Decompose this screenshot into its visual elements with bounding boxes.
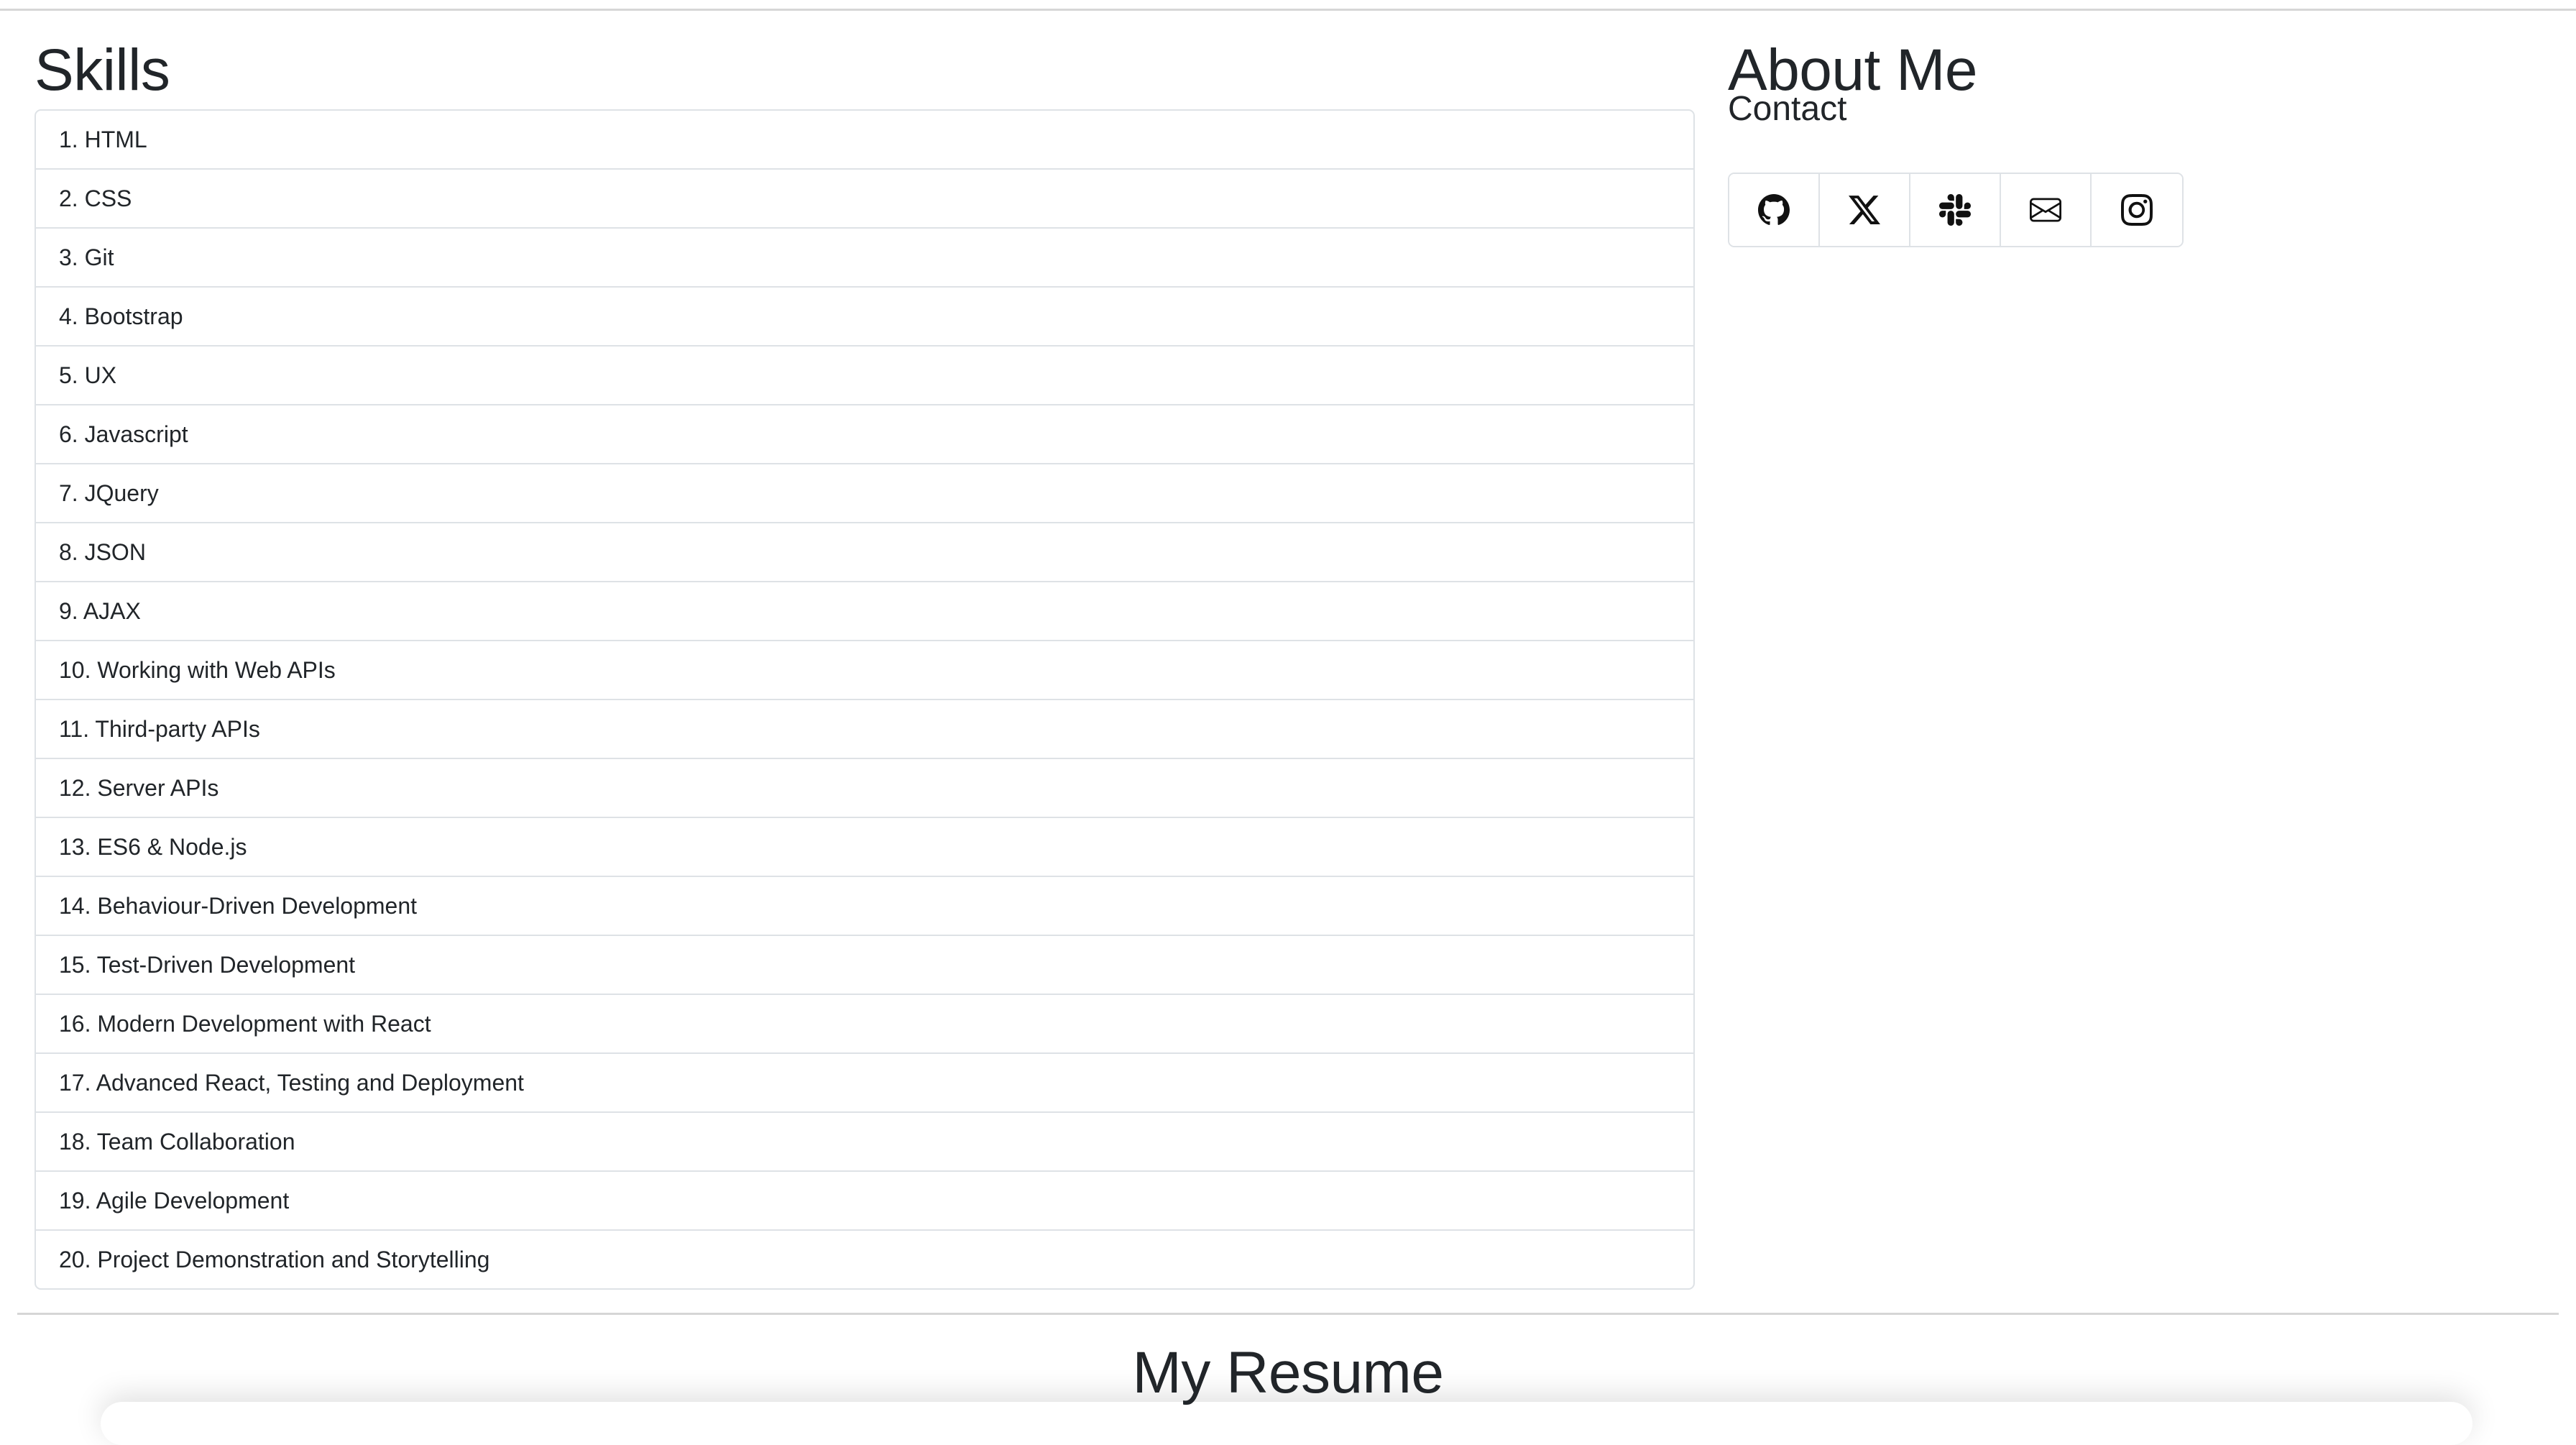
skill-item: 20. Project Demonstration and Storytelli…	[59, 1247, 490, 1272]
skill-item: 4. Bootstrap	[36, 288, 1693, 347]
skill-item: 14. Behaviour-Driven Development	[36, 877, 1693, 936]
skill-item: 7. JQuery	[36, 464, 1693, 523]
skills-section: Skills 1. HTML 2. CSS 3. Git 4. Bootstra…	[34, 36, 1695, 1290]
x-twitter-button[interactable]	[1820, 174, 1910, 246]
email-button[interactable]	[2001, 174, 2092, 246]
skill-item: 12. Server APIs	[36, 759, 1693, 818]
skill-item: 8. JSON	[36, 523, 1693, 582]
skill-item: 5. UX	[36, 347, 1693, 405]
skill-item: 15. Test-Driven Development	[36, 936, 1693, 995]
top-divider	[0, 9, 2576, 11]
instagram-button[interactable]	[2092, 174, 2182, 246]
instagram-icon	[2121, 194, 2153, 226]
skill-item: 2. CSS	[36, 170, 1693, 229]
github-button[interactable]	[1729, 174, 1820, 246]
skill-item: 17. Advanced React, Testing and Deployme…	[36, 1054, 1693, 1113]
bottom-divider	[17, 1313, 2559, 1315]
about-section: About Me Contact	[1728, 36, 2518, 247]
skill-item: 6. Javascript	[36, 405, 1693, 464]
skills-heading: Skills	[34, 37, 170, 103]
skill-item: 13. ES6 & Node.js	[36, 818, 1693, 877]
contact-button-group	[1728, 173, 2184, 247]
skill-item: 3. Git	[36, 229, 1693, 288]
skill-item: 9. AJAX	[36, 582, 1693, 641]
resume-heading: My Resume	[1132, 1340, 1444, 1405]
slack-button[interactable]	[1910, 174, 2001, 246]
x-twitter-icon	[1849, 196, 1880, 224]
skill-item: 16. Modern Development with React	[36, 995, 1693, 1054]
slack-icon	[1939, 194, 1971, 226]
skill-item: 1. HTML	[36, 111, 1693, 170]
envelope-icon	[2030, 198, 2061, 222]
skill-item: 10. Working with Web APIs	[36, 641, 1693, 700]
skill-item: 19. Agile Development	[36, 1172, 1693, 1231]
skill-item: 18. Team Collaboration	[36, 1113, 1693, 1172]
contact-heading: Contact	[1728, 90, 1847, 128]
skill-item: 11. Third-party APIs	[36, 700, 1693, 759]
github-icon	[1758, 194, 1790, 225]
resume-card-edge	[101, 1402, 2472, 1445]
skills-list: 1. HTML 2. CSS 3. Git 4. Bootstrap 5. UX…	[34, 109, 1695, 1290]
